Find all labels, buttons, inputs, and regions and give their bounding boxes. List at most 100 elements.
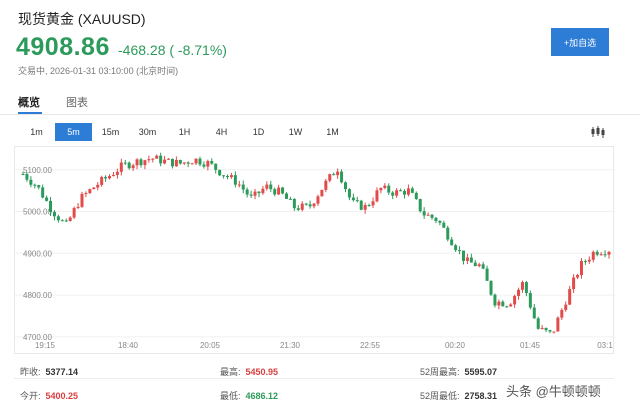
candle-body [426, 214, 430, 216]
candle-body [312, 203, 316, 207]
candle-body [123, 162, 127, 164]
tab-chart[interactable]: 图表 [66, 94, 88, 110]
stat-prev-close-label: 昨收: [20, 367, 41, 377]
candle-body [249, 194, 253, 196]
candlestick-chart: 5100.005000.004900.004800.004700.0019:15… [15, 152, 615, 350]
price-chart[interactable]: 5100.00 5000.00 4900.00 4800.00 4700.00 19:15… [14, 146, 615, 354]
candle-body [328, 174, 332, 181]
candle-body [253, 191, 257, 196]
candle-body [202, 164, 206, 167]
candle-body [174, 159, 178, 167]
timeframe-5m-button[interactable]: 5m [55, 123, 92, 141]
timeframe-1w-button[interactable]: 1W [277, 123, 314, 141]
candle-body [375, 190, 379, 202]
candle-body [387, 185, 391, 193]
candle-body [186, 162, 190, 164]
candle-body [265, 184, 269, 189]
candle-body [485, 268, 489, 281]
candle-body [119, 162, 123, 172]
stat-high-value: 5450.95 [245, 367, 279, 377]
candle-body [450, 239, 454, 246]
candle-body [84, 193, 88, 195]
candle-body [33, 184, 37, 186]
candle-body [536, 318, 540, 329]
tab-overview[interactable]: 概览 [18, 94, 40, 110]
candle-body [25, 174, 29, 180]
candlestick-icon[interactable] [585, 123, 611, 141]
candle-body [603, 254, 607, 256]
candle-body [458, 250, 462, 252]
stats-divider [14, 378, 614, 379]
watermark: 头条 @牛顿顿顿 [506, 381, 601, 400]
x-tick-label: 22:55 [360, 341, 381, 350]
timeframe-1h-button[interactable]: 1H [166, 123, 203, 141]
candle-body [163, 159, 167, 164]
candle-body [76, 206, 80, 208]
candle-body [454, 245, 458, 251]
candle-body [493, 294, 497, 306]
stat-prev-close: 昨收: 5377.14 [20, 365, 78, 378]
candle-body [100, 177, 104, 185]
candle-body [229, 175, 233, 178]
candle-body [430, 214, 434, 218]
candle-body [277, 187, 281, 195]
candle-body [340, 171, 344, 183]
timeframe-30m-button[interactable]: 30m [129, 123, 166, 141]
candle-body [178, 159, 182, 164]
stat-52w-high: 52周最高: 5595.07 [420, 365, 497, 378]
candle-body [591, 251, 595, 260]
candle-body [505, 306, 509, 308]
candle-body [269, 184, 273, 190]
candle-body [532, 307, 536, 319]
candle-body [64, 220, 68, 222]
candle-body [281, 187, 285, 194]
candle-body [210, 161, 214, 164]
timeframe-1m-button[interactable]: 1m [18, 123, 55, 141]
candle-body [383, 185, 387, 188]
timeframe-1mo-button[interactable]: 1M [314, 123, 351, 141]
stat-high-label: 最高: [220, 367, 241, 377]
stat-open-label: 今开: [20, 391, 41, 401]
candle-body [513, 295, 517, 305]
candle-body [92, 187, 96, 190]
candle-body [599, 254, 603, 256]
price-change: -468.28 ( -8.71%) [118, 42, 227, 58]
candle-body [489, 280, 493, 295]
y-tick-label: 4800.00 [23, 291, 52, 300]
candle-body [60, 220, 64, 222]
candle-body [41, 187, 45, 198]
candle-body [257, 191, 261, 194]
candle-body [355, 200, 359, 202]
candle-body [72, 207, 76, 218]
y-tick-label: 5000.00 [23, 208, 52, 217]
candle-body [29, 179, 33, 185]
candle-body [410, 188, 414, 193]
candle-body [37, 185, 41, 188]
candle-body [139, 159, 143, 166]
add-to-watchlist-button[interactable]: +加自选 [551, 28, 609, 56]
timeframe-1d-button[interactable]: 1D [240, 123, 277, 141]
candle-body [434, 217, 438, 221]
candle-body [422, 211, 426, 216]
candle-body [579, 261, 583, 276]
candle-body [56, 216, 60, 221]
candle-body [21, 173, 25, 175]
candle-body [343, 182, 347, 190]
candle-body [399, 190, 403, 192]
candle-body [576, 275, 580, 278]
candle-body [568, 289, 572, 305]
candle-body [446, 227, 450, 240]
candle-body [316, 196, 320, 204]
candle-body [501, 301, 505, 307]
candle-body [414, 192, 418, 199]
timeframe-15m-button[interactable]: 15m [92, 123, 129, 141]
timeframe-4h-button[interactable]: 4H [203, 123, 240, 141]
candle-body [481, 264, 485, 269]
stat-high: 最高: 5450.95 [220, 365, 278, 378]
stat-52w-high-label: 52周最高: [420, 367, 460, 377]
candle-body [517, 289, 521, 296]
candle-body [104, 177, 108, 179]
stat-52w-low-label: 52周最低: [420, 391, 460, 401]
candle-body [80, 193, 84, 207]
candle-body [167, 158, 171, 160]
